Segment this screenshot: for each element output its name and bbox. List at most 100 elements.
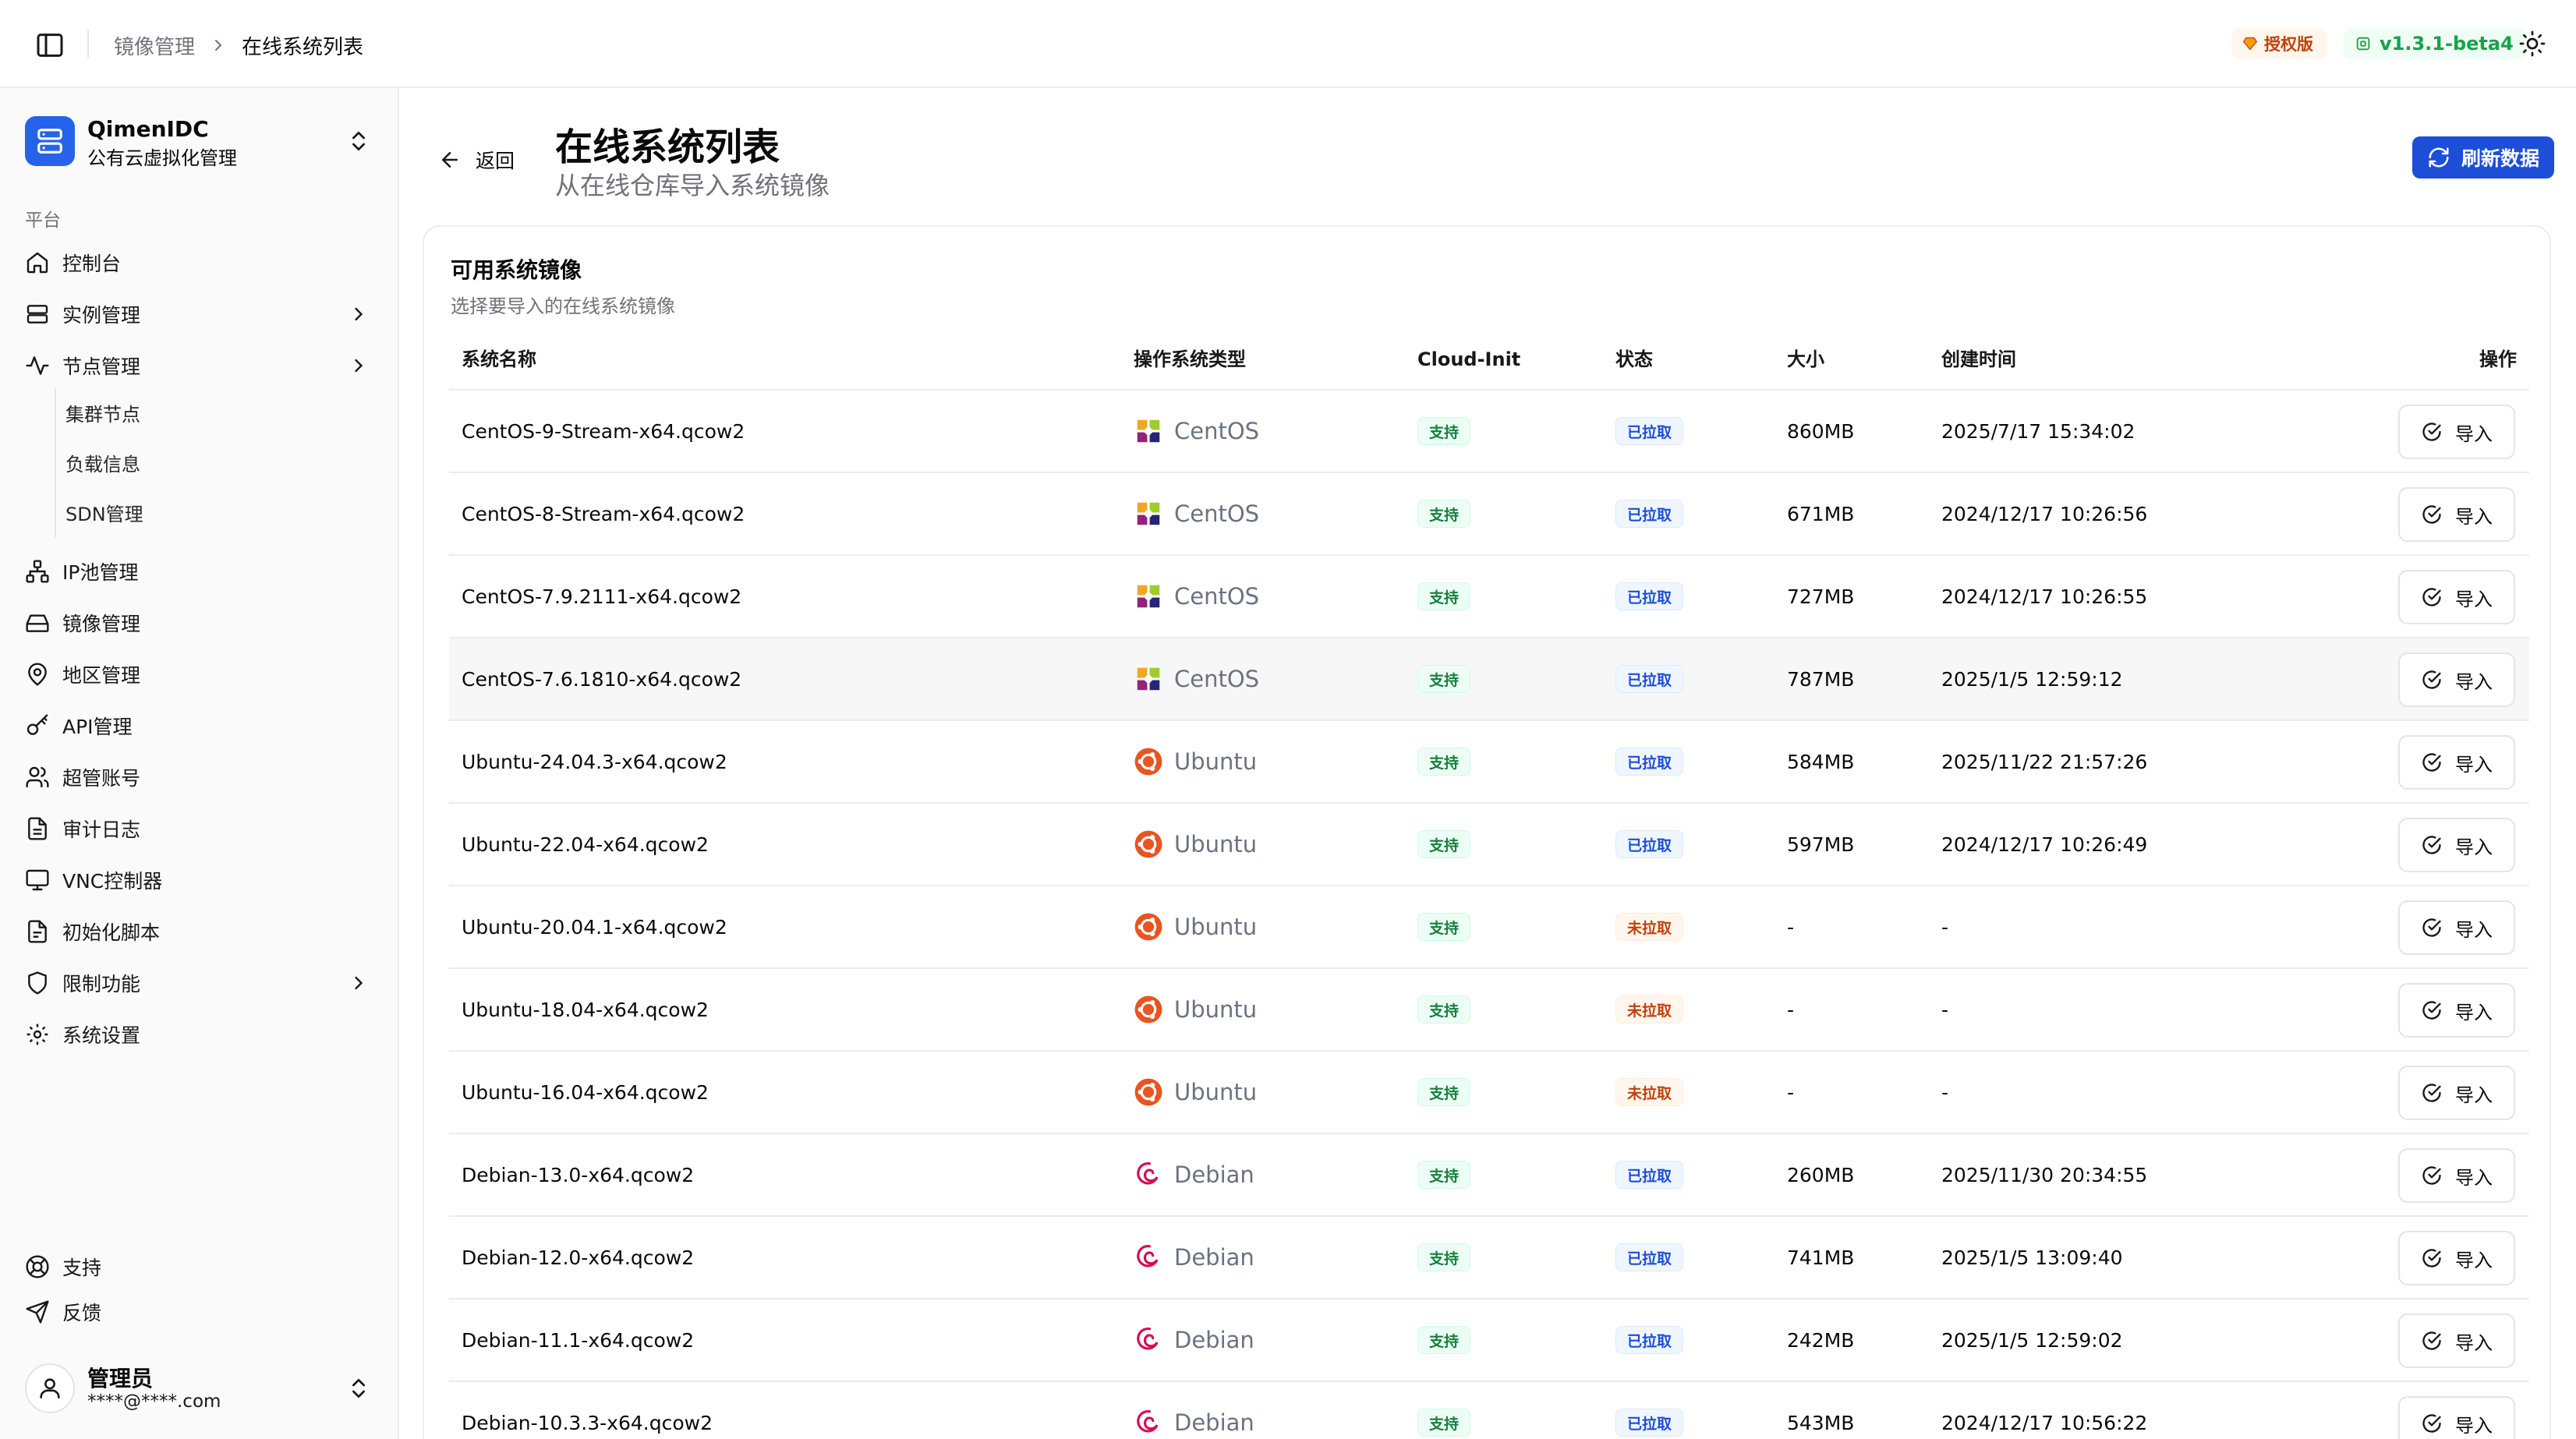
os-label: Debian	[1174, 1327, 1254, 1353]
table-row[interactable]: Ubuntu-18.04-x64.qcow2 Ubuntu 支持 未拉取 - -…	[449, 969, 2529, 1052]
image-size: 860MB	[1787, 419, 1855, 443]
sidebar-item-admins[interactable]: 超管账号	[14, 755, 384, 799]
import-label: 导入	[2455, 918, 2493, 941]
org-switcher[interactable]: QimenIDC 公有云虚拟化管理	[25, 111, 376, 171]
sun-icon[interactable]	[2518, 30, 2546, 58]
image-size: -	[1787, 915, 1795, 939]
os-type: Debian	[1134, 1382, 1254, 1439]
sidebar-toggle-icon[interactable]	[34, 30, 65, 61]
version-badge: v1.3.1-beta4	[2344, 28, 2526, 59]
server-logo-icon	[25, 116, 75, 166]
check-circle-icon	[2422, 670, 2441, 689]
created-time: 2025/11/30 20:34:55	[1941, 1163, 2148, 1186]
sidebar-item-feedback[interactable]: 反馈	[14, 1290, 384, 1334]
sidebar-subitem-load[interactable]: 负载信息	[65, 440, 140, 484]
back-button[interactable]: 返回	[438, 141, 515, 179]
table-row[interactable]: Debian-10.3.3-x64.qcow2 Debian 支持 已拉取 54…	[449, 1382, 2529, 1439]
page-title: 在线系统列表	[555, 126, 780, 169]
sidebar-item-init-script[interactable]: 初始化脚本	[14, 910, 384, 953]
sidebar-item-ip-pool[interactable]: IP池管理	[14, 550, 384, 593]
status-badge: 已拉取	[1615, 830, 1684, 858]
sidebar-item-settings[interactable]: 系统设置	[14, 1013, 384, 1056]
sidebar-item-images[interactable]: 镜像管理	[14, 601, 384, 645]
sidebar-item-dashboard[interactable]: 控制台	[14, 241, 384, 285]
settings-icon	[25, 1022, 50, 1047]
os-label: Debian	[1174, 1409, 1254, 1436]
table-row[interactable]: Ubuntu-20.04.1-x64.qcow2 Ubuntu 支持 未拉取 -…	[449, 886, 2529, 969]
os-label: Ubuntu	[1174, 996, 1258, 1023]
import-button[interactable]: 导入	[2398, 818, 2515, 872]
sidebar-item-label: 系统设置	[62, 1024, 141, 1047]
sidebar-item-label: 限制功能	[62, 973, 141, 995]
image-name: Ubuntu-18.04-x64.qcow2	[462, 998, 709, 1021]
chevrons-up-down-icon	[346, 129, 371, 154]
import-button[interactable]: 导入	[2398, 1148, 2515, 1203]
send-icon	[25, 1299, 50, 1324]
cloudinit-badge: 支持	[1417, 913, 1471, 941]
table-row[interactable]: Ubuntu-24.04.3-x64.qcow2 Ubuntu 支持 已拉取 5…	[449, 721, 2529, 804]
created-time: 2025/11/22 21:57:26	[1941, 750, 2148, 773]
import-button[interactable]: 导入	[2398, 652, 2515, 707]
check-circle-icon	[2422, 836, 2441, 854]
created-time: 2025/1/5 12:59:12	[1941, 667, 2123, 691]
import-button[interactable]: 导入	[2398, 405, 2515, 459]
status-badge: 已拉取	[1615, 665, 1684, 693]
import-button[interactable]: 导入	[2398, 1066, 2515, 1120]
import-label: 导入	[2455, 670, 2493, 693]
sidebar-subitem-sdn[interactable]: SDN管理	[65, 490, 143, 534]
status-cell: 已拉取	[1615, 1217, 1684, 1298]
table-header: 系统名称 操作系统类型 Cloud-Init 状态 大小 创建时间 操作	[449, 328, 2529, 391]
import-button[interactable]: 导入	[2398, 735, 2515, 790]
status-badge: 已拉取	[1615, 582, 1684, 610]
image-name: Ubuntu-22.04-x64.qcow2	[462, 833, 709, 856]
page-subtitle: 从在线仓库导入系统镜像	[555, 171, 830, 200]
refresh-button[interactable]: 刷新数据	[2412, 136, 2554, 179]
os-label: Ubuntu	[1174, 1079, 1258, 1105]
table-row[interactable]: CentOS-8-Stream-x64.qcow2 CentOS 支持 已拉取 …	[449, 473, 2529, 556]
created-time: -	[1941, 915, 1949, 939]
sidebar-item-regions[interactable]: 地区管理	[14, 652, 384, 696]
import-button[interactable]: 导入	[2398, 1231, 2515, 1285]
import-button[interactable]: 导入	[2398, 487, 2515, 542]
created-time: 2025/1/5 12:59:02	[1941, 1328, 2123, 1352]
table-row[interactable]: Ubuntu-22.04-x64.qcow2 Ubuntu 支持 已拉取 597…	[449, 804, 2529, 886]
sidebar-item-support[interactable]: 支持	[14, 1245, 384, 1289]
sidebar-subitem-cluster[interactable]: 集群节点	[65, 391, 140, 434]
table-row[interactable]: CentOS-7.6.1810-x64.qcow2 CentOS 支持 已拉取 …	[449, 638, 2529, 721]
os-type: CentOS	[1134, 473, 1259, 554]
cloudinit-badge: 支持	[1417, 1078, 1471, 1106]
file-text-icon	[25, 816, 50, 841]
user-menu[interactable]: 管理员 ****@****.com	[25, 1357, 376, 1420]
sidebar-item-audit[interactable]: 审计日志	[14, 807, 384, 850]
status-cell: 已拉取	[1615, 638, 1684, 720]
table-row[interactable]: Debian-11.1-x64.qcow2 Debian 支持 已拉取 242M…	[449, 1299, 2529, 1382]
table-row[interactable]: Debian-13.0-x64.qcow2 Debian 支持 已拉取 260M…	[449, 1134, 2529, 1217]
image-name: CentOS-8-Stream-x64.qcow2	[462, 502, 745, 525]
table-row[interactable]: Ubuntu-16.04-x64.qcow2 Ubuntu 支持 未拉取 - -…	[449, 1052, 2529, 1134]
sidebar-item-nodes[interactable]: 节点管理	[14, 344, 384, 387]
sidebar-item-api[interactable]: API管理	[14, 704, 384, 748]
images-card: 可用系统镜像 选择要导入的在线系统镜像 系统名称 操作系统类型 Cloud-In…	[423, 225, 2551, 1439]
import-button[interactable]: 导入	[2398, 570, 2515, 624]
sidebar-item-vnc[interactable]: VNC控制器	[14, 858, 384, 902]
sidebar: QimenIDC 公有云虚拟化管理 平台 控制台 实例管理 节点管理 集群节点 …	[0, 88, 399, 1439]
image-name: Debian-13.0-x64.qcow2	[462, 1163, 695, 1186]
sidebar-item-restrictions[interactable]: 限制功能	[14, 961, 384, 1005]
table-row[interactable]: CentOS-7.9.2111-x64.qcow2 CentOS 支持 已拉取 …	[449, 556, 2529, 638]
sidebar-item-instances[interactable]: 实例管理	[14, 292, 384, 336]
column-header-os: 操作系统类型	[1134, 348, 1246, 370]
ubuntu-logo-icon	[1134, 1077, 1163, 1107]
import-button[interactable]: 导入	[2398, 1396, 2515, 1439]
image-size: 787MB	[1787, 667, 1855, 691]
check-circle-icon	[2422, 588, 2441, 606]
import-button[interactable]: 导入	[2398, 983, 2515, 1038]
cloudinit-cell: 支持	[1417, 721, 1471, 802]
sidebar-item-label: 镜像管理	[62, 613, 141, 635]
license-label: 授权版	[2264, 35, 2313, 54]
centos-logo-icon	[1134, 664, 1163, 694]
import-button[interactable]: 导入	[2398, 1313, 2515, 1368]
table-row[interactable]: Debian-12.0-x64.qcow2 Debian 支持 已拉取 741M…	[449, 1217, 2529, 1299]
import-button[interactable]: 导入	[2398, 900, 2515, 955]
breadcrumb-parent[interactable]: 镜像管理	[114, 31, 195, 60]
table-row[interactable]: CentOS-9-Stream-x64.qcow2 CentOS 支持 已拉取 …	[449, 391, 2529, 473]
